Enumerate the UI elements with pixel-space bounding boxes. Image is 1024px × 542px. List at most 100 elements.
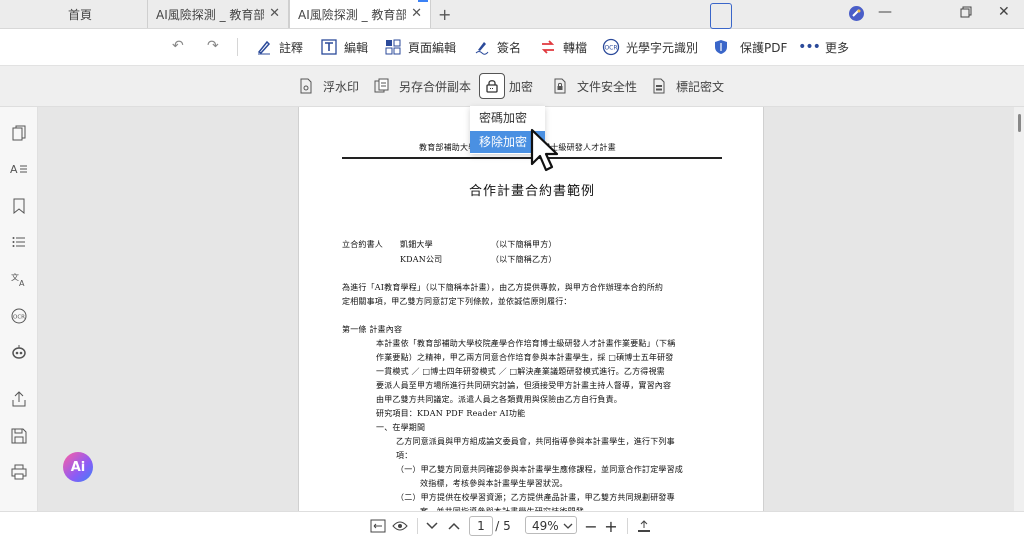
article1-line: 作業要點）之精神，甲乙兩方同意合作培育參與本計畫學生，採 □碩博士五年研發 xyxy=(376,353,674,362)
redact-label: 標記密文 xyxy=(676,79,725,94)
section1-title: 一、在學期間 xyxy=(376,423,426,432)
watermark-label: 浮水印 xyxy=(323,79,360,94)
ocr-button[interactable]: OCR 光學字元識別 xyxy=(601,29,698,65)
protect-pdf-button[interactable]: 保護PDF xyxy=(711,29,787,65)
page-upload-icon[interactable] xyxy=(635,516,653,536)
save-icon[interactable] xyxy=(10,427,28,445)
mouse-cursor-icon xyxy=(527,126,563,178)
svg-text:文: 文 xyxy=(11,272,19,282)
close-window-icon[interactable]: ✕ xyxy=(998,4,1010,20)
encrypt-label: 加密 xyxy=(509,79,534,94)
item2-line: （二）甲方提供在校學習資源；乙方提供產品計畫，甲乙雙方共同規劃研發專 xyxy=(396,493,675,502)
section1-line: 乙方同意派員與甲方組成論文委員會，共同指導參與本計畫學生，進行下列事 xyxy=(396,437,675,446)
lock-icon xyxy=(483,77,501,95)
more-label: 更多 xyxy=(825,40,850,55)
undo-icon[interactable]: ↶ xyxy=(172,38,184,54)
redact-icon xyxy=(650,77,668,95)
more-dots-icon: ••• xyxy=(798,39,821,55)
annotate-label: 註釋 xyxy=(279,40,304,55)
minimize-icon[interactable]: — xyxy=(878,4,892,20)
zoom-out-icon[interactable]: − xyxy=(583,516,599,536)
pen-icon xyxy=(254,37,274,57)
view-mode-eye-icon[interactable] xyxy=(390,516,410,536)
page-edit-button[interactable]: 頁面編輯 xyxy=(383,29,456,65)
tab-document-2-label: AI風險探測 _ 教育部補助... xyxy=(298,7,406,22)
party2-alias: （以下簡稱乙方） xyxy=(491,255,557,264)
article1-title: 第一條 計畫內容 xyxy=(342,325,403,334)
print-icon[interactable] xyxy=(10,463,28,481)
party1-alias: （以下簡稱甲方） xyxy=(491,240,557,249)
convert-arrows-icon xyxy=(538,37,558,57)
text-edit-icon xyxy=(319,37,339,57)
signature-icon xyxy=(472,37,492,57)
ai-assistant-icon[interactable] xyxy=(10,343,28,361)
total-pages: / 5 xyxy=(495,519,511,533)
document-security-button[interactable]: 文件安全性 xyxy=(551,66,637,106)
tab-home-label: 首頁 xyxy=(68,7,93,22)
text-search-icon[interactable]: A xyxy=(10,160,28,178)
save-merged-copy-label: 另存合併副本 xyxy=(399,79,472,94)
document-security-label: 文件安全性 xyxy=(577,79,638,94)
item1-line: （一）甲乙雙方同意共同確認參與本計畫學生應修課程，並同意合作訂定學習成 xyxy=(396,465,683,474)
edit-label: 編輯 xyxy=(344,40,369,55)
redo-icon[interactable]: ↷ xyxy=(207,38,219,54)
shield-icon xyxy=(711,37,731,57)
close-icon[interactable]: ✕ xyxy=(411,6,422,21)
article1-line: 由甲乙雙方共同議定。派遣人員之各類費用與保險由乙方自行負責。 xyxy=(376,395,622,404)
party2-name: KDAN公司 xyxy=(400,255,443,264)
chevron-down-icon xyxy=(563,517,573,535)
new-tab-plus-icon[interactable]: + xyxy=(438,5,451,24)
encrypt-button[interactable]: 加密 xyxy=(483,66,533,106)
party-label: 立合約書人 xyxy=(342,240,383,249)
tab-document-1[interactable]: AI風險探測 _ 教育部補助... ✕ xyxy=(148,0,289,28)
zoom-in-icon[interactable]: + xyxy=(603,516,619,536)
bottom-divider xyxy=(417,518,418,534)
fit-page-icon[interactable] xyxy=(369,516,387,536)
sign-button[interactable]: 簽名 xyxy=(472,29,521,65)
party1-name: 凱鈿大學 xyxy=(400,240,433,249)
ai-assistant-button[interactable]: Ai xyxy=(63,452,93,482)
ocr-label: 光學字元識別 xyxy=(626,40,699,55)
save-merged-copy-button[interactable]: 另存合併副本 xyxy=(373,66,471,106)
svg-text:OCR: OCR xyxy=(13,315,25,321)
share-icon[interactable] xyxy=(10,390,28,408)
protect-selected-frame xyxy=(710,3,732,29)
user-avatar-icon[interactable] xyxy=(849,6,864,21)
page-edit-icon xyxy=(383,37,403,57)
ocr-sidebar-icon[interactable]: OCR xyxy=(10,307,28,325)
more-button[interactable]: ••• 更多 xyxy=(798,29,850,65)
tab-document-1-label: AI風險探測 _ 教育部補助... xyxy=(156,7,264,22)
toolbar-divider xyxy=(237,38,238,56)
edit-button[interactable]: 編輯 xyxy=(319,29,368,65)
vertical-scrollbar[interactable] xyxy=(1014,107,1024,511)
page-number-input[interactable]: 1 xyxy=(469,516,493,536)
translate-icon[interactable]: 文A xyxy=(10,270,28,288)
bookmark-icon[interactable] xyxy=(10,197,28,215)
redact-button[interactable]: 標記密文 xyxy=(650,66,724,106)
restore-icon[interactable] xyxy=(960,6,972,22)
article1-line: 一貫模式 ／ □博士四年研發模式 ／ □解決產業議題研發模式進行。乙方得視需 xyxy=(376,367,665,376)
tab-document-2[interactable]: AI風險探測 _ 教育部補助... ✕ xyxy=(289,0,431,28)
intro-line: 為進行「AI教育學程」（以下簡稱本計畫），由乙方提供專款，與甲方合作辦理本合約所… xyxy=(342,283,664,292)
article1-line: 要派人員至甲方場所進行共同研究討論，但須接受甲方計畫主持人督導，實習內容 xyxy=(376,381,672,390)
active-tab-indicator xyxy=(418,0,428,2)
outline-list-icon[interactable] xyxy=(10,233,28,251)
previous-page-chevron-up-icon[interactable] xyxy=(446,516,462,536)
protect-pdf-label: 保護PDF xyxy=(740,40,788,55)
thumbnails-icon[interactable] xyxy=(10,124,28,142)
item1-line: 效指標，考核參與本計畫學生學習狀況。 xyxy=(420,479,568,488)
article1-line: 本計畫依「教育部補助大學校院產學合作培育博士級研發人才計畫作業要點」（下稱 xyxy=(376,339,676,348)
next-page-chevron-down-icon[interactable] xyxy=(424,516,440,536)
tab-home[interactable]: 首頁 xyxy=(0,0,148,28)
zoom-select[interactable]: 49% xyxy=(525,516,577,534)
zoom-value: 49% xyxy=(532,519,559,533)
annotate-button[interactable]: 註釋 xyxy=(254,29,303,65)
watermark-icon xyxy=(297,77,315,95)
save-copy-icon xyxy=(373,77,391,95)
scrollbar-thumb[interactable] xyxy=(1018,114,1021,132)
convert-button[interactable]: 轉檔 xyxy=(538,29,587,65)
watermark-button[interactable]: 浮水印 xyxy=(297,66,359,106)
close-icon[interactable]: ✕ xyxy=(269,6,280,21)
svg-text:A: A xyxy=(19,279,25,287)
page-edit-label: 頁面編輯 xyxy=(408,40,457,55)
